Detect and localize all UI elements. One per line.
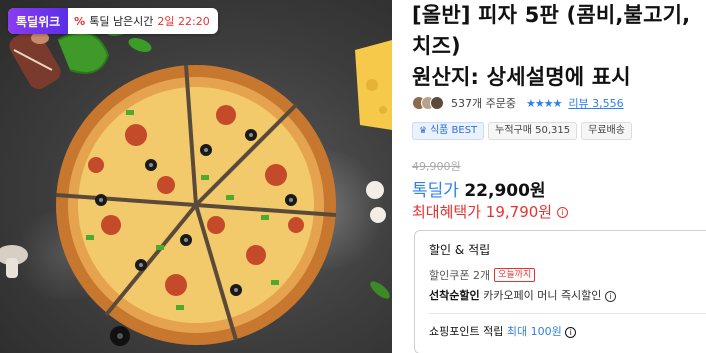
point-label: 쇼핑포인트 적립 (429, 325, 504, 338)
deal-timer: % 톡딜 남은시간 2일 22:20 (68, 13, 218, 29)
shopping-point-row[interactable]: 쇼핑포인트 적립 최대 100원 i (429, 323, 706, 339)
coupon-row[interactable]: 할인쿠폰 2개 오늘까지 (429, 267, 706, 283)
deal-price-row: 톡딜가 22,900원 (412, 176, 546, 201)
product-title: [올반] 피자 5판 (콤비,불고기, 치즈) 원산지: 상세설명에 표시 (412, 0, 706, 93)
tag-food-best[interactable]: ♛ 식품 BEST (412, 122, 485, 140)
benefits-title: 할인 & 적립 (429, 243, 491, 257)
product-title-line: 치즈) (412, 34, 461, 58)
product-info: [올반] 피자 5판 (콤비,불고기, 치즈) 원산지: 상세설명에 표시 53… (412, 0, 706, 353)
original-price: 49,900원 (412, 160, 461, 173)
review-link[interactable]: 리뷰 3,556 (568, 95, 623, 111)
orders-count: 537개 주문중 (451, 97, 516, 110)
product-tags: ♛ 식품 BEST 누적구매 50,315 무료배송 (412, 122, 632, 140)
tag-free-shipping: 무료배송 (581, 122, 632, 140)
deal-price-label: 톡딜가 (412, 181, 459, 201)
crown-icon: ♛ (419, 126, 430, 136)
product-image[interactable]: 톡딜위크 % 톡딜 남은시간 2일 22:20 (0, 0, 392, 353)
first-come-detail: 카카오페이 머니 즉시할인 (483, 289, 602, 302)
deal-timer-remaining: 2일 22:20 (157, 15, 210, 28)
pizza-illustration (0, 19, 392, 346)
info-icon[interactable]: i (556, 207, 568, 218)
pizza (55, 64, 337, 345)
first-come-label: 선착순할인 (429, 289, 480, 302)
buyer-avatars (412, 96, 444, 110)
first-come-discount-row[interactable]: 선착순할인 카카오페이 머니 즉시할인 i (429, 287, 706, 303)
coupon-deadline-badge: 오늘까지 (494, 268, 536, 282)
tag-cumulative-purchase: 누적구매 50,315 (488, 122, 578, 140)
max-benefit-label: 최대혜택가 (412, 203, 482, 221)
purchase-stats: 537개 주문중 ★★★★ 리뷰 3,556 (412, 95, 624, 111)
percent-icon: % (74, 14, 86, 28)
avatar (430, 96, 444, 110)
deal-timer-label: 톡딜 남은시간 (89, 15, 154, 28)
info-icon[interactable]: i (565, 326, 577, 338)
deal-price: 22,900원 (464, 181, 546, 201)
point-max: 최대 100원 (506, 325, 562, 338)
divider (429, 313, 706, 314)
talkdeal-week-logo: 톡딜위크 (8, 8, 69, 34)
info-icon[interactable]: i (604, 290, 616, 302)
coupon-label: 할인쿠폰 2개 (429, 269, 491, 282)
benefits-box: 할인 & 적립 할인쿠폰 2개 오늘까지 선착순할인 카카오페이 머니 즉시할인… (414, 230, 706, 353)
product-title-line: [올반] 피자 5판 (콤비,불고기, (412, 3, 691, 27)
star-rating-icon: ★★★★ (525, 96, 562, 110)
max-benefit-price: 19,790원 (485, 203, 553, 221)
talkdeal-badge: 톡딜위크 % 톡딜 남은시간 2일 22:20 (8, 8, 218, 34)
max-benefit-row[interactable]: 최대혜택가 19,790원 i (412, 201, 568, 222)
product-origin: 원산지: 상세설명에 표시 (412, 65, 631, 89)
tag-food-best-label: 식품 BEST (429, 125, 478, 136)
salami-decor (9, 29, 61, 89)
